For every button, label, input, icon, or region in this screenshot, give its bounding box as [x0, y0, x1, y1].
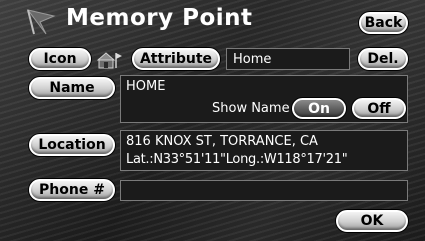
- phone-value-field: [120, 180, 408, 201]
- icon-button[interactable]: Icon: [29, 48, 91, 70]
- show-name-label: Show Name: [212, 101, 290, 116]
- back-button[interactable]: Back: [359, 12, 408, 34]
- delete-button[interactable]: Del.: [358, 48, 408, 70]
- attribute-value-field: Home: [226, 48, 350, 70]
- show-name-on-button[interactable]: On: [292, 98, 346, 119]
- phone-button[interactable]: Phone #: [29, 179, 115, 201]
- location-button[interactable]: Location: [29, 134, 115, 156]
- attribute-button[interactable]: Attribute: [132, 48, 220, 70]
- page-title: Memory Point: [66, 5, 253, 31]
- location-panel: 816 KNOX ST, TORRANCE, CA Lat.:N33°51'11…: [120, 130, 408, 171]
- ok-button[interactable]: OK: [336, 210, 408, 232]
- memory-point-screen: Memory Point Back Icon Attribute Home De…: [0, 0, 425, 241]
- name-value: HOME: [126, 79, 166, 94]
- house-icon: [97, 52, 122, 69]
- show-name-off-button[interactable]: Off: [352, 98, 406, 119]
- name-button[interactable]: Name: [29, 77, 115, 99]
- coordinates-text: Lat.:N33°51'11"Long.:W118°17'21": [126, 152, 348, 167]
- flag-icon: [26, 9, 56, 35]
- address-text: 816 KNOX ST, TORRANCE, CA: [126, 134, 318, 149]
